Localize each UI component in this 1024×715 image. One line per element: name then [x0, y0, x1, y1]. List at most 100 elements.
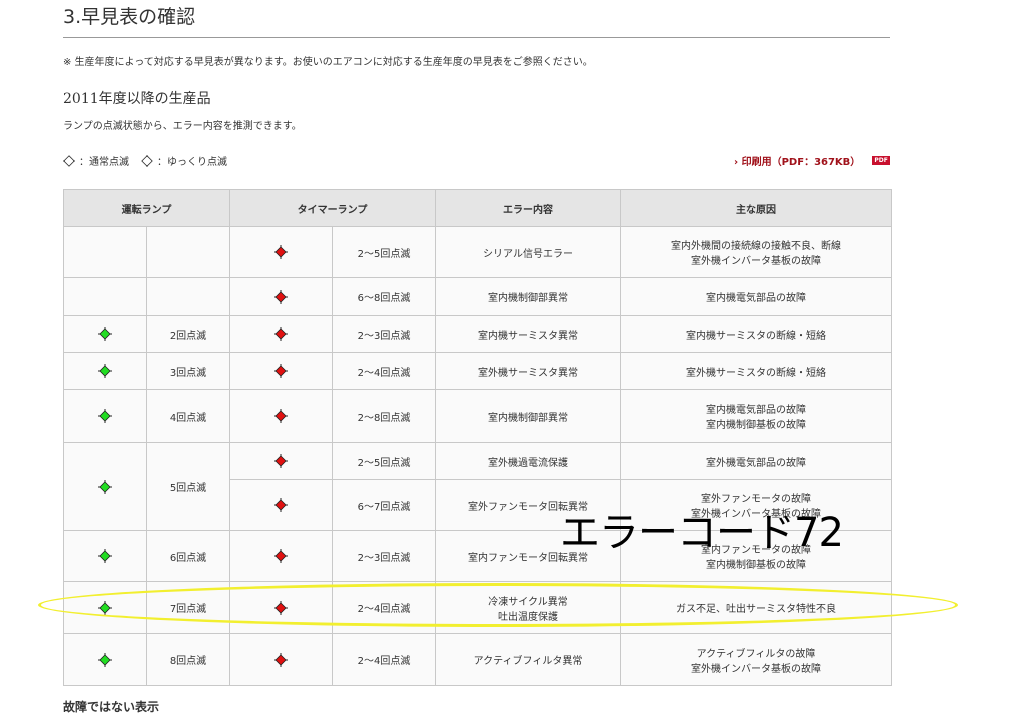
cause-line: 室内機制御基板の故障 — [706, 560, 806, 571]
timer-lamp-cell — [229, 277, 333, 316]
print-pdf-link[interactable]: › 印刷用（PDF：367KB） PDF — [734, 153, 890, 168]
operation-blink-cell — [146, 277, 230, 316]
cause-cell: 室内外機間の接続線の接触不良、断線 室外機インバータ基板の故障 — [620, 226, 892, 278]
operation-lamp-cell — [63, 315, 147, 353]
red-lamp-icon — [274, 289, 288, 304]
timer-blink-cell: 6～7回点滅 — [332, 479, 436, 531]
timer-lamp-cell — [229, 389, 333, 443]
red-lamp-icon — [274, 652, 288, 667]
operation-blink-cell: 4回点滅 — [146, 389, 230, 443]
error-content-cell: 冷凍サイクル異常 吐出温度保護 — [435, 581, 621, 634]
error-content-cell: 室外機サーミスタ異常 — [435, 352, 621, 390]
cause-cell: 室外機サーミスタの断線・短絡 — [620, 352, 892, 390]
timer-lamp-cell — [229, 352, 333, 390]
timer-blink-cell: 2～8回点滅 — [332, 389, 436, 443]
green-lamp-icon — [98, 600, 112, 615]
production-year-note: ※ 生産年度によって対応する早見表が異なります。お使いのエアコンに対応する生産年… — [63, 57, 593, 68]
timer-blink-cell: 2～5回点滅 — [332, 226, 436, 278]
section-subheading: 2011年度以降の生産品 — [63, 91, 211, 107]
table-row: 7回点滅 2～4回点滅 冷凍サイクル異常 吐出温度保護 ガス不足、吐出サーミスタ特… — [63, 581, 892, 634]
timer-lamp-cell — [229, 581, 333, 634]
operation-blink-cell: 3回点滅 — [146, 352, 230, 390]
lamp-legend: ：通常点滅 ：ゆっくり点滅 — [63, 153, 227, 168]
red-lamp-icon — [274, 409, 288, 423]
red-lamp-icon — [274, 454, 288, 468]
green-lamp-icon — [98, 549, 112, 563]
timer-blink-cell: 2～4回点滅 — [332, 581, 436, 634]
header-timer-lamp: タイマーランプ — [229, 189, 436, 227]
error-content-cell: 室内機サーミスタ異常 — [435, 315, 621, 353]
cause-cell: 室外機電気部品の故障 — [620, 442, 892, 480]
operation-lamp-cell — [63, 581, 147, 634]
cause-cell: アクティブフィルタの故障 室外機インバータ基板の故障 — [620, 633, 892, 686]
timer-blink-cell: 2～3回点滅 — [332, 530, 436, 582]
table-row: 2回点滅 2～3回点滅 室内機サーミスタ異常 室内機サーミスタの断線・短絡 — [63, 315, 892, 353]
operation-blink-cell: 5回点滅 — [146, 442, 230, 531]
timer-blink-cell: 2～4回点滅 — [332, 352, 436, 390]
normal-blink-icon — [63, 154, 75, 167]
error-content-cell: シリアル信号エラー — [435, 226, 621, 278]
cause-cell: 室内機電気部品の故障 — [620, 277, 892, 316]
error-line: 吐出温度保護 — [498, 611, 558, 623]
error-content-cell: アクティブフィルタ異常 — [435, 633, 621, 686]
table-row: 2～5回点滅 シリアル信号エラー 室内外機間の接続線の接触不良、断線 室外機インバ… — [63, 226, 892, 278]
red-lamp-icon — [274, 498, 288, 512]
green-lamp-icon — [98, 479, 112, 494]
timer-blink-cell: 2～5回点滅 — [332, 442, 436, 480]
operation-lamp-cell — [63, 352, 147, 390]
page-title: 3.早見表の確認 — [63, 2, 890, 38]
header-main-cause: 主な原因 — [620, 189, 892, 227]
red-lamp-icon — [274, 549, 288, 563]
timer-blink-cell: 2～3回点滅 — [332, 315, 436, 353]
timer-lamp-cell — [229, 315, 333, 353]
cause-line: 室外機インバータ基板の故障 — [691, 256, 821, 267]
table-row: 5回点滅 2～5回点滅 室外機過電流保護 室外機電気部品の故障 — [63, 442, 892, 531]
cause-cell: ガス不足、吐出サーミスタ特性不良 — [620, 581, 892, 634]
red-lamp-icon — [274, 364, 288, 378]
timer-lamp-cell — [229, 633, 333, 686]
red-lamp-icon — [274, 600, 288, 615]
header-error-content: エラー内容 — [435, 189, 621, 227]
error-content-cell: 室内機制御部異常 — [435, 389, 621, 443]
timer-blink-cell: 6～8回点滅 — [332, 277, 436, 316]
red-lamp-icon — [274, 327, 288, 341]
pdf-icon: PDF — [872, 156, 890, 165]
table-header-row: 運転ランプ タイマーランプ エラー内容 主な原因 — [63, 189, 892, 227]
timer-lamp-cell — [229, 442, 333, 480]
table-row: 4回点滅 2～8回点滅 室内機制御部異常 室内機電気部品の故障 室内機制御基板の故… — [63, 389, 892, 443]
operation-lamp-cell — [63, 277, 147, 316]
header-operation-lamp: 運転ランプ — [63, 189, 230, 227]
operation-lamp-cell — [63, 633, 147, 686]
error-code-table: 運転ランプ タイマーランプ エラー内容 主な原因 2～5回点滅 シリアル信号エラ… — [63, 189, 892, 686]
table-row: 6～8回点滅 室内機制御部異常 室内機電気部品の故障 — [63, 277, 892, 316]
green-lamp-icon — [98, 409, 112, 423]
cause-line: 室内機電気部品の故障 — [706, 405, 806, 416]
operation-lamp-cell — [63, 389, 147, 443]
cause-cell: 室内機電気部品の故障 室内機制御基板の故障 — [620, 389, 892, 443]
error-content-cell: 室外機過電流保護 — [435, 442, 621, 480]
cause-line: アクティブフィルタの故障 — [696, 648, 816, 660]
timer-lamp-cell — [229, 226, 333, 278]
legend-slow-label: ：ゆっくり点滅 — [157, 157, 227, 168]
operation-blink-cell — [146, 226, 230, 278]
table-row: 3回点滅 2～4回点滅 室外機サーミスタ異常 室外機サーミスタの断線・短絡 — [63, 352, 892, 390]
operation-blink-cell: 7回点滅 — [146, 581, 230, 634]
error-code-annotation: エラーコード72 — [560, 510, 844, 556]
slow-blink-icon — [141, 154, 153, 167]
operation-blink-cell: 2回点滅 — [146, 315, 230, 353]
table-row: 8回点滅 2～4回点滅 アクティブフィルタ異常 アクティブフィルタの故障 室外機イ… — [63, 633, 892, 686]
operation-blink-cell: 8回点滅 — [146, 633, 230, 686]
print-link-label: › 印刷用（PDF：367KB） — [734, 157, 861, 168]
cause-cell: 室内機サーミスタの断線・短絡 — [620, 315, 892, 353]
error-line: 冷凍サイクル異常 — [488, 596, 568, 608]
green-lamp-icon — [98, 652, 112, 667]
red-lamp-icon — [274, 245, 288, 259]
green-lamp-icon — [98, 327, 112, 341]
operation-blink-cell: 6回点滅 — [146, 530, 230, 582]
timer-blink-cell: 2～4回点滅 — [332, 633, 436, 686]
green-lamp-icon — [98, 364, 112, 378]
operation-lamp-cell — [63, 226, 147, 278]
cause-line: 室内外機間の接続線の接触不良、断線 — [671, 241, 841, 252]
legend-normal-label: ：通常点滅 — [79, 157, 129, 168]
cause-line: 室外機インバータ基板の故障 — [691, 663, 821, 675]
